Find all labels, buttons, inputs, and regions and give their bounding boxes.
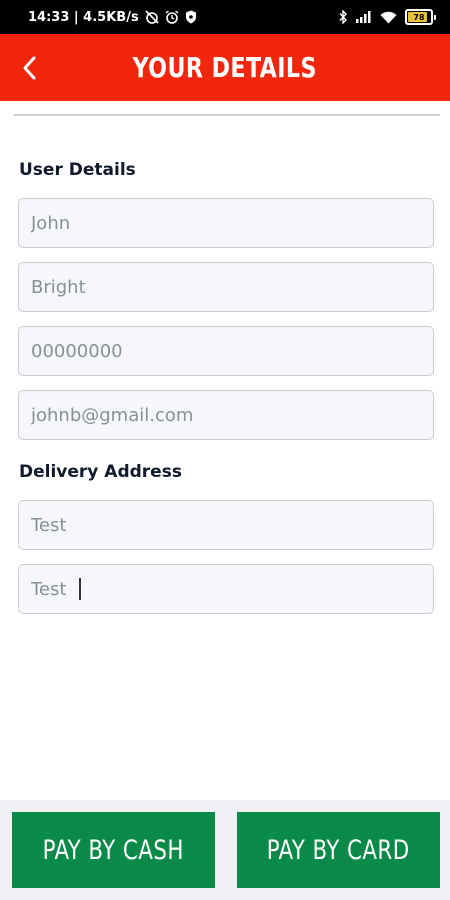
first-name-input[interactable] [31,199,433,247]
chevron-left-icon [23,56,36,80]
last-name-field[interactable] [18,262,434,312]
alarm-icon [165,10,179,24]
phone-field[interactable] [18,326,434,376]
status-right: 78 [338,9,436,25]
pay-by-card-button[interactable]: PAY BY CARD [237,812,440,888]
shield-icon [185,10,197,24]
address-line1-field[interactable] [18,500,434,550]
wifi-icon [380,11,397,24]
status-left: 14:33 | 4.5KB/s [28,10,197,25]
status-time: 14:33 | 4.5KB/s [28,9,139,25]
email-field[interactable] [18,390,434,440]
divider [14,114,440,116]
address-line2-input[interactable] [31,565,79,613]
back-button[interactable] [14,50,44,86]
pay-by-cash-label: PAY BY CASH [42,834,185,866]
page-title: YOUR DETAILS [132,51,318,84]
first-name-field[interactable] [18,198,434,248]
battery-icon: 78 [405,9,436,25]
bluetooth-icon [338,10,348,24]
signal-icon [356,11,372,23]
phone-input[interactable] [31,327,433,375]
status-bar: 14:33 | 4.5KB/s 78 [0,0,450,34]
address-line1-input[interactable] [31,501,433,549]
address-line2-field[interactable] [18,564,434,614]
text-caret [79,578,81,600]
app-bar: YOUR DETAILS [0,34,450,101]
email-input[interactable] [31,391,433,439]
battery-level: 78 [413,12,425,22]
alarm-off-icon [145,10,159,24]
pay-by-card-label: PAY BY CARD [267,834,410,866]
pay-by-cash-button[interactable]: PAY BY CASH [12,812,215,888]
last-name-input[interactable] [31,263,433,311]
user-details-heading: User Details [19,160,136,180]
delivery-address-heading: Delivery Address [19,462,182,482]
